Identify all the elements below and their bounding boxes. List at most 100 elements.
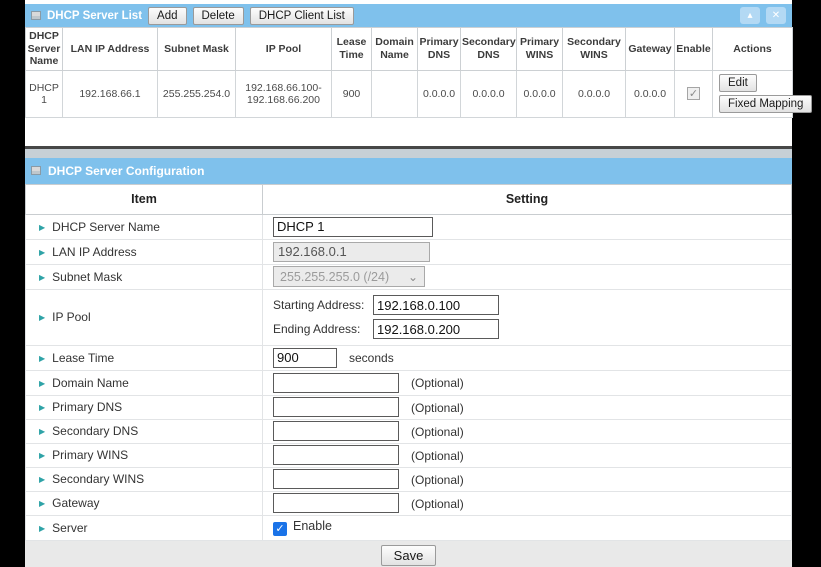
col-gateway: Gateway [626,28,675,71]
lan-ip-address-input [273,242,430,262]
bullet-icon: ▶ [39,248,45,257]
bullet-icon: ▶ [39,223,45,232]
row-secondary-wins: ▶ Secondary WINS (Optional) [26,467,792,491]
edit-button[interactable]: Edit [719,74,757,92]
col-enable: Enable [675,28,713,71]
col-domain-name: Domain Name [372,28,418,71]
col-dhcp-server-name: DHCP Server Name [26,28,63,71]
optional-hint: (Optional) [411,376,464,390]
optional-hint: (Optional) [411,497,464,511]
row-server: ▶Server ✓Enable [26,515,792,540]
row-ip-pool: ▶ IP Pool Starting Address: Ending Addres… [26,289,792,345]
cell-gateway: 0.0.0.0 [626,70,675,117]
fixed-mapping-button[interactable]: Fixed Mapping [719,95,812,113]
row-label: Lease Time [52,351,114,365]
row-label: Primary WINS [52,448,128,462]
subnet-mask-selected-value: 255.255.255.0 (/24) [280,270,389,284]
bullet-icon: ▶ [39,313,45,322]
col-actions: Actions [713,28,793,71]
config-header: DHCP Server Configuration [25,158,792,184]
secondary-wins-input[interactable] [273,469,399,489]
close-icon: ✕ [772,10,780,21]
cell-secondary-dns: 0.0.0.0 [461,70,517,117]
panel-icon [31,11,41,20]
panel-gap [25,118,792,146]
row-label: Secondary WINS [52,472,144,486]
add-button[interactable]: Add [148,7,186,25]
bullet-icon: ▶ [39,273,45,282]
dhcp-client-list-button[interactable]: DHCP Client List [250,7,354,25]
cell-subnet-mask: 255.255.254.0 [158,70,236,117]
row-label: LAN IP Address [52,245,137,259]
row-label: Subnet Mask [52,270,122,284]
col-primary-dns: Primary DNS [418,28,461,71]
row-dhcp-server-name: ▶ DHCP Server Name [26,214,792,239]
domain-name-input[interactable] [273,373,399,393]
subnet-mask-select: 255.255.255.0 (/24) ⌄ [273,266,425,287]
close-button[interactable]: ✕ [766,7,786,24]
collapse-button[interactable]: ▴ [740,7,760,24]
dhcp-list-table: DHCP Server Name LAN IP Address Subnet M… [25,27,793,118]
primary-wins-input[interactable] [273,445,399,465]
row-label: DHCP Server Name [52,220,160,234]
panel-icon [31,166,41,175]
row-subnet-mask: ▶ Subnet Mask 255.255.255.0 (/24) ⌄ [26,264,792,289]
config-table: Item Setting ▶ DHCP Server Name ▶ LAN IP A… [25,184,792,541]
config-footer: Save [25,541,792,567]
save-button[interactable]: Save [381,545,437,566]
gateway-input[interactable] [273,493,399,513]
optional-hint: (Optional) [411,401,464,415]
ending-address-label: Ending Address: [273,322,373,336]
separator-band [25,149,792,158]
optional-hint: (Optional) [411,449,464,463]
bullet-icon: ▶ [39,524,45,533]
cell-lease-time: 900 [332,70,372,117]
item-header: Item [26,184,263,214]
col-secondary-dns: Secondary DNS [461,28,517,71]
config-header-row: Item Setting [26,184,792,214]
secondary-dns-input[interactable] [273,421,399,441]
page-content: DHCP Server List Add Delete DHCP Client … [25,0,792,567]
collapse-icon: ▴ [747,10,752,21]
col-primary-wins: Primary WINS [517,28,563,71]
cell-primary-dns: 0.0.0.0 [418,70,461,117]
col-subnet-mask: Subnet Mask [158,28,236,71]
row-label: Domain Name [52,376,129,390]
config-title: DHCP Server Configuration [48,164,204,178]
bullet-icon: ▶ [39,451,45,460]
dhcp-list-title: DHCP Server List [47,10,142,22]
bullet-icon: ▶ [39,354,45,363]
bullet-icon: ▶ [39,475,45,484]
row-secondary-dns: ▶Secondary DNS (Optional) [26,419,792,443]
row-label: Primary DNS [52,400,122,414]
table-row: DHCP 1 192.168.66.1 255.255.254.0 192.16… [26,70,793,117]
dhcp-list-header-row: DHCP Server Name LAN IP Address Subnet M… [26,28,793,71]
bullet-icon: ▶ [39,379,45,388]
bullet-icon: ▶ [39,427,45,436]
col-secondary-wins: Secondary WINS [563,28,626,71]
row-primary-wins: ▶ Primary WINS (Optional) [26,443,792,467]
cell-actions: Edit Fixed Mapping [713,70,793,117]
cell-secondary-wins: 0.0.0.0 [563,70,626,117]
row-lan-ip-address: ▶ LAN IP Address [26,239,792,264]
delete-button[interactable]: Delete [193,7,244,25]
ending-address-input[interactable] [373,319,499,339]
primary-dns-input[interactable] [273,397,399,417]
server-enable-checkbox[interactable]: ✓ [273,522,287,536]
row-label: Secondary DNS [52,424,138,438]
starting-address-input[interactable] [373,295,499,315]
chevron-down-icon: ⌄ [408,272,418,282]
dhcp-server-name-input[interactable] [273,217,433,237]
optional-hint: (Optional) [411,473,464,487]
starting-address-label: Starting Address: [273,298,373,312]
col-lan-ip-address: LAN IP Address [63,28,158,71]
row-label: IP Pool [52,310,90,324]
cell-ip-pool: 192.168.66.100-192.168.66.200 [236,70,332,117]
col-lease-time: Lease Time [332,28,372,71]
row-primary-dns: ▶Primary DNS (Optional) [26,395,792,419]
cell-name: DHCP 1 [26,70,63,117]
col-ip-pool: IP Pool [236,28,332,71]
dhcp-list-header: DHCP Server List Add Delete DHCP Client … [25,4,792,27]
enable-checkbox-disabled: ✓ [687,87,700,100]
lease-time-input[interactable] [273,348,337,368]
